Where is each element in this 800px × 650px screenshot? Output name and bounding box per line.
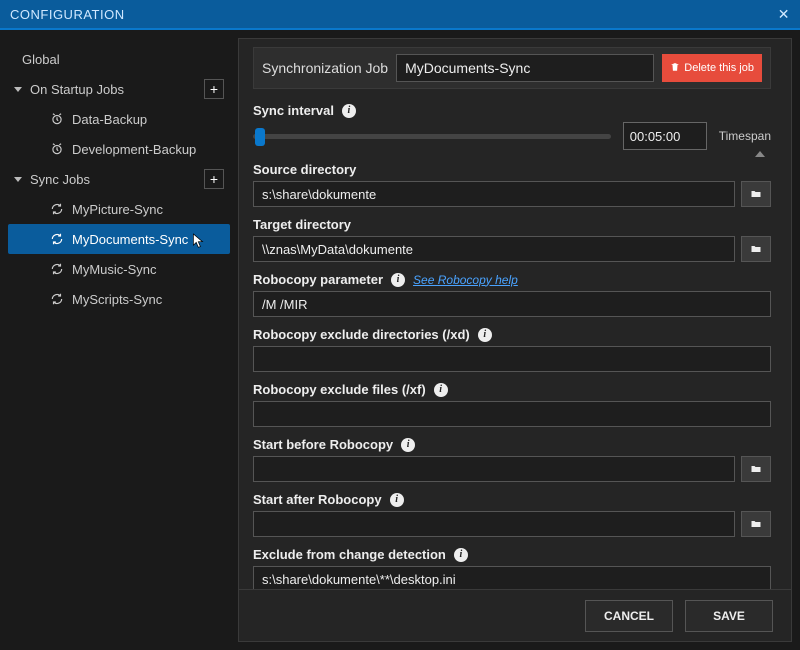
start-before-label: Start before Robocopy i: [253, 437, 771, 452]
browse-target-button[interactable]: [741, 236, 771, 262]
delete-job-button[interactable]: Delete this job: [662, 54, 762, 82]
sidebar-item-label: MyMusic-Sync: [72, 262, 157, 277]
sidebar-item-mymusic[interactable]: MyMusic-Sync: [8, 254, 230, 284]
sidebar-item-development-backup[interactable]: Development-Backup: [8, 134, 230, 164]
info-icon[interactable]: i: [342, 104, 356, 118]
sidebar-global-label: Global: [22, 52, 60, 67]
robocopy-param-label: Robocopy parameter i See Robocopy help: [253, 272, 771, 287]
delete-button-label: Delete this job: [684, 62, 754, 74]
footer: CANCEL SAVE: [239, 589, 791, 641]
target-dir-label: Target directory: [253, 217, 771, 232]
collapse-up-icon[interactable]: [755, 151, 765, 157]
sync-interval-label: Sync interval i: [253, 103, 771, 118]
main-panel: Synchronization Job Delete this job Sync…: [238, 38, 792, 642]
start-after-label: Start after Robocopy i: [253, 492, 771, 507]
sidebar-item-global[interactable]: Global: [8, 44, 230, 74]
sidebar-item-label: MyScripts-Sync: [72, 292, 162, 307]
sync-icon: [50, 202, 64, 216]
timespan-label: Timespan: [719, 129, 771, 143]
sidebar-item-label: MyPicture-Sync: [72, 202, 163, 217]
robocopy-help-link[interactable]: See Robocopy help: [413, 273, 518, 287]
add-startup-job-button[interactable]: +: [204, 79, 224, 99]
add-sync-job-button[interactable]: +: [204, 169, 224, 189]
sidebar-item-myscripts[interactable]: MyScripts-Sync: [8, 284, 230, 314]
browse-start-after-button[interactable]: [741, 511, 771, 537]
sync-interval-slider[interactable]: [253, 134, 611, 139]
sidebar-group-startup[interactable]: On Startup Jobs +: [8, 74, 230, 104]
start-after-input[interactable]: [253, 511, 735, 537]
sidebar-item-data-backup[interactable]: Data-Backup: [8, 104, 230, 134]
close-icon[interactable]: ✕: [778, 6, 790, 23]
start-before-input[interactable]: [253, 456, 735, 482]
xf-input[interactable]: [253, 401, 771, 427]
sidebar-item-mydocuments[interactable]: MyDocuments-Sync: [8, 224, 230, 254]
window-title: CONFIGURATION: [10, 7, 125, 22]
info-icon[interactable]: i: [454, 548, 468, 562]
sidebar-item-mypicture[interactable]: MyPicture-Sync: [8, 194, 230, 224]
sidebar-group-sync[interactable]: Sync Jobs +: [8, 164, 230, 194]
slider-thumb[interactable]: [255, 128, 265, 146]
sidebar-item-label: Data-Backup: [72, 112, 147, 127]
xd-label: Robocopy exclude directories (/xd) i: [253, 327, 771, 342]
source-dir-label: Source directory: [253, 162, 771, 177]
browse-source-button[interactable]: [741, 181, 771, 207]
xd-input[interactable]: [253, 346, 771, 372]
sidebar-item-label: MyDocuments-Sync: [72, 232, 188, 247]
robocopy-param-input[interactable]: [253, 291, 771, 317]
target-dir-input[interactable]: [253, 236, 735, 262]
sidebar-item-label: Development-Backup: [72, 142, 196, 157]
sidebar: Global On Startup Jobs + Data-Backup: [8, 38, 230, 642]
job-header-label: Synchronization Job: [262, 60, 388, 76]
sidebar-group-label: On Startup Jobs: [30, 82, 124, 97]
sync-icon: [50, 232, 64, 246]
source-dir-input[interactable]: [253, 181, 735, 207]
sync-icon: [50, 262, 64, 276]
xf-label: Robocopy exclude files (/xf) i: [253, 382, 771, 397]
info-icon[interactable]: i: [390, 493, 404, 507]
chevron-down-icon: [14, 177, 22, 182]
info-icon[interactable]: i: [434, 383, 448, 397]
info-icon[interactable]: i: [478, 328, 492, 342]
sync-interval-input[interactable]: [623, 122, 707, 150]
job-header: Synchronization Job Delete this job: [253, 47, 771, 89]
exclude-detect-input[interactable]: [253, 566, 771, 589]
titlebar: CONFIGURATION ✕: [0, 0, 800, 30]
info-icon[interactable]: i: [391, 273, 405, 287]
sidebar-group-label: Sync Jobs: [30, 172, 90, 187]
alarm-icon: [50, 112, 64, 126]
alarm-icon: [50, 142, 64, 156]
exclude-detect-label: Exclude from change detection i: [253, 547, 771, 562]
save-button[interactable]: SAVE: [685, 600, 773, 632]
chevron-down-icon: [14, 87, 22, 92]
job-name-input[interactable]: [396, 54, 654, 82]
browse-start-before-button[interactable]: [741, 456, 771, 482]
trash-icon: [670, 61, 680, 76]
sync-icon: [50, 292, 64, 306]
cancel-button[interactable]: CANCEL: [585, 600, 673, 632]
info-icon[interactable]: i: [401, 438, 415, 452]
